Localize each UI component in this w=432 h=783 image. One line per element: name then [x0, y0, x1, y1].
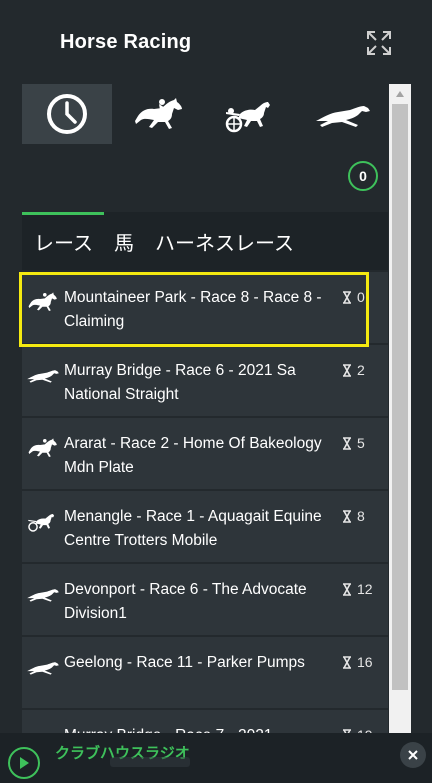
race-row[interactable]: Menangle - Race 1 - Aquagait Equine Cent…: [22, 491, 388, 562]
race-row[interactable]: Mountaineer Park - Race 8 - Race 8 - Cla…: [22, 272, 388, 343]
expand-icon[interactable]: [366, 30, 392, 56]
race-minutes: 8: [357, 508, 365, 524]
tab-harness-racing[interactable]: [206, 84, 296, 144]
tab-greyhound-racing[interactable]: [298, 84, 388, 144]
race-name: Geelong - Race 11 - Parker Pumps: [64, 654, 305, 671]
tab-horse-racing[interactable]: [114, 84, 204, 144]
header: Horse Racing: [0, 0, 432, 85]
close-icon: [408, 750, 418, 760]
radio-bar: クラブハウスラジオ: [0, 733, 432, 783]
hourglass-icon: [343, 363, 351, 377]
race-countdown: 2: [342, 362, 388, 378]
greyhound-icon: [316, 106, 370, 127]
hourglass-icon: [343, 655, 351, 669]
race-row[interactable]: Devonport - Race 6 - The Advocate Divisi…: [22, 564, 388, 635]
scrollbar[interactable]: [389, 84, 411, 783]
race-minutes: 0: [357, 289, 365, 305]
clock-icon: [47, 94, 87, 134]
hourglass-icon: [343, 436, 351, 450]
race-countdown: 0: [342, 289, 388, 305]
race-row[interactable]: Ararat - Race 2 - Home Of Bakeology Mdn …: [22, 418, 388, 489]
scroll-up-arrow-icon[interactable]: [389, 84, 411, 104]
race-name: Ararat - Race 2 - Home Of Bakeology Mdn …: [64, 435, 322, 476]
hourglass-icon: [343, 509, 351, 523]
race-name: Devonport - Race 6 - The Advocate Divisi…: [64, 581, 307, 622]
race-minutes: 12: [357, 581, 373, 597]
tab-races[interactable]: レース: [34, 212, 93, 270]
greyhound-icon: [27, 662, 59, 675]
scrollbar-thumb[interactable]: [392, 104, 408, 690]
race-countdown: 8: [342, 508, 388, 524]
tab-harness[interactable]: ハーネスレース: [155, 212, 294, 270]
race-row[interactable]: Murray Bridge - Race 6 - 2021 Sa Nationa…: [22, 345, 388, 416]
filter-tabs: レース 馬 ハーネスレース: [22, 212, 388, 270]
hourglass-icon: [343, 290, 351, 304]
hourglass-icon: [343, 582, 351, 596]
page-title: Horse Racing: [60, 31, 192, 53]
racing-panel: 0 レース 馬 ハーネスレース Mountaineer Park - Race …: [22, 84, 388, 783]
sport-tabs: [22, 84, 388, 144]
tab-horses[interactable]: 馬: [114, 212, 134, 270]
gallop-horse-icon: [135, 98, 182, 129]
play-button[interactable]: [8, 747, 40, 779]
radio-subtitle-placeholder: [110, 757, 190, 767]
close-radio-button[interactable]: [400, 742, 426, 768]
greyhound-icon: [27, 589, 59, 602]
greyhound-icon: [27, 370, 59, 383]
race-countdown: 5: [342, 435, 388, 451]
play-icon: [20, 757, 29, 769]
gallop-horse-icon: [28, 292, 57, 311]
tab-next-races[interactable]: [22, 84, 112, 144]
bet-count-badge[interactable]: 0: [348, 161, 378, 191]
race-minutes: 5: [357, 435, 365, 451]
race-minutes: 16: [357, 654, 373, 670]
race-minutes: 2: [357, 362, 365, 378]
harness-horse-icon: [28, 513, 55, 532]
race-countdown: 12: [342, 581, 388, 597]
race-name: Menangle - Race 1 - Aquagait Equine Cent…: [64, 508, 322, 549]
gallop-horse-icon: [28, 438, 57, 457]
race-name: Murray Bridge - Race 6 - 2021 Sa Nationa…: [64, 362, 296, 403]
race-countdown: 16: [342, 654, 388, 670]
harness-horse-icon: [225, 102, 270, 133]
race-name: Mountaineer Park - Race 8 - Race 8 - Cla…: [64, 289, 322, 330]
race-row[interactable]: Geelong - Race 11 - Parker Pumps 16: [22, 637, 388, 708]
